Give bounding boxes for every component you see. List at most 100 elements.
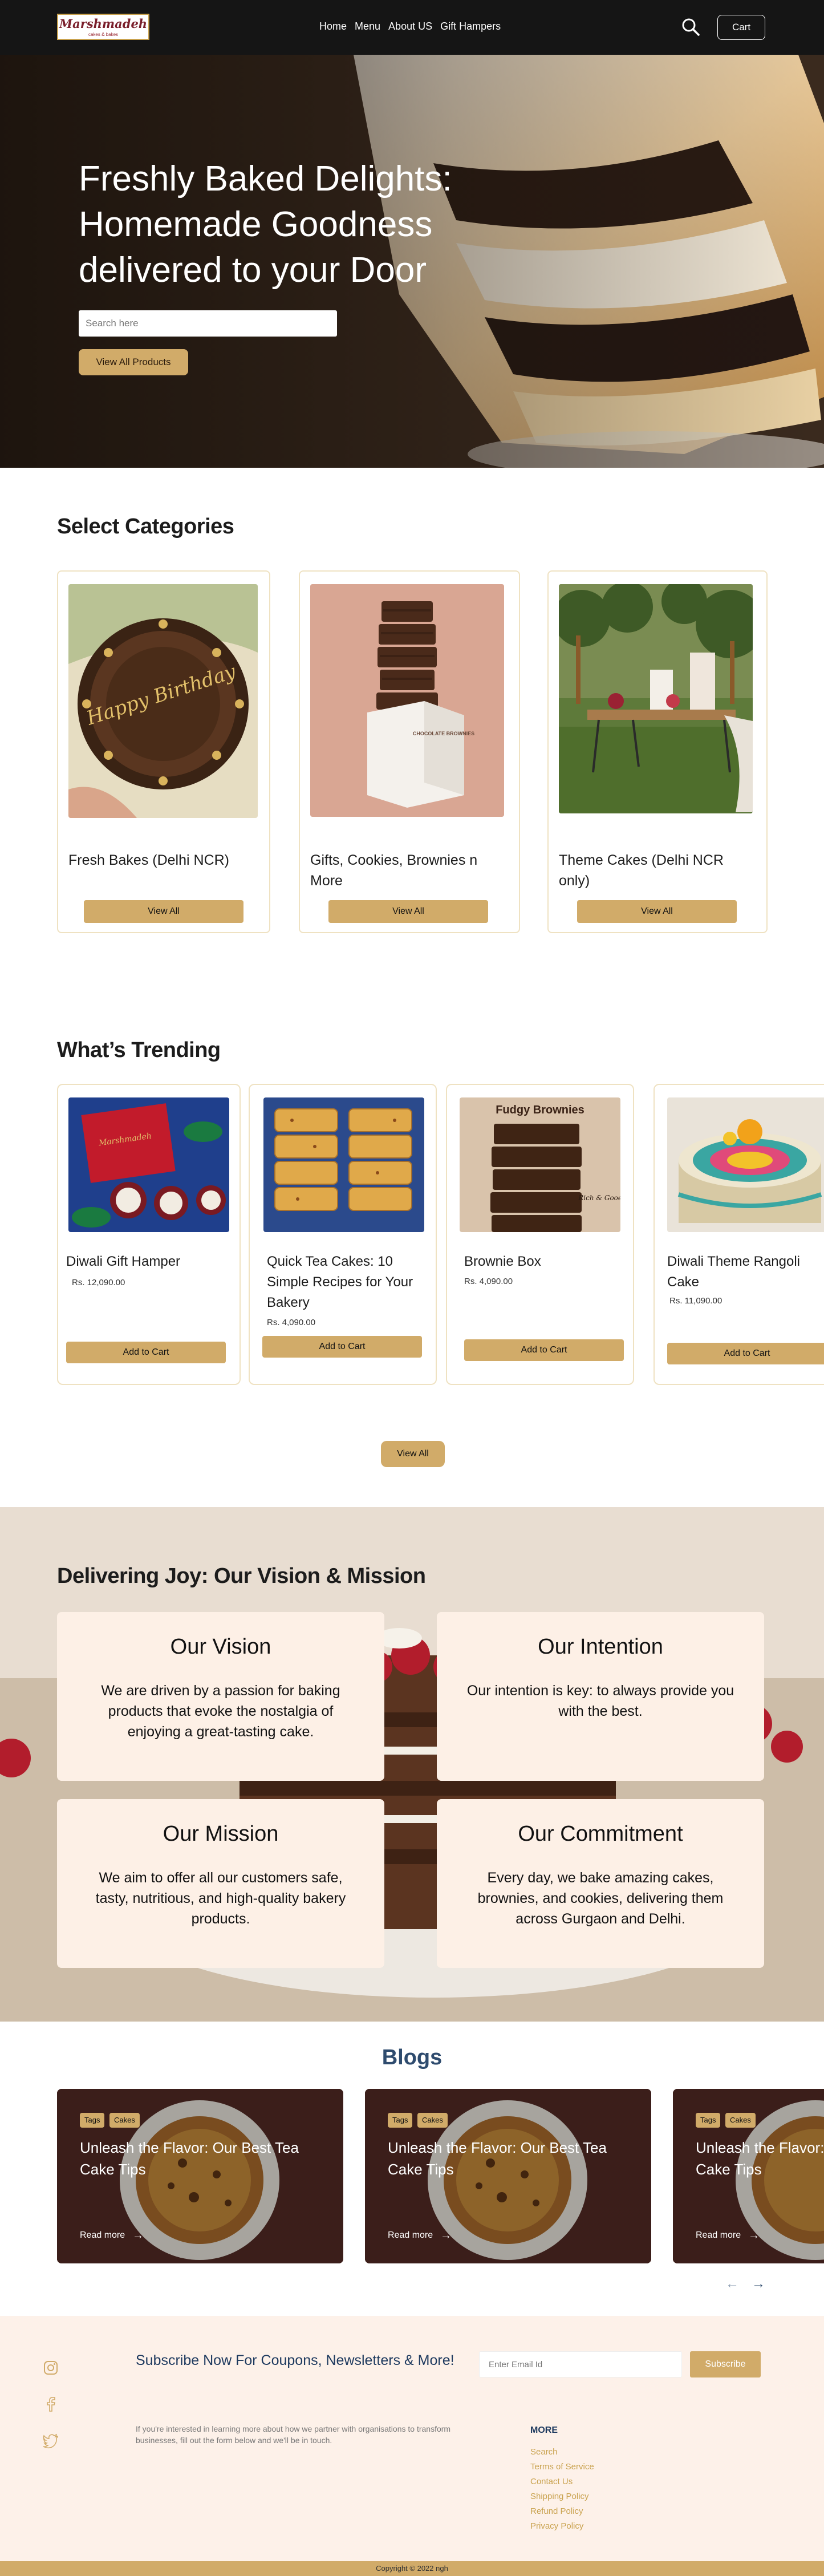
footer-link-refund[interactable]: Refund Policy	[530, 2504, 594, 2519]
mission-card: Our Mission We aim to offer all our cust…	[57, 1799, 384, 1968]
product-card-diwali-hamper[interactable]: Marshmadeh Diwali Gift Hamper Rs. 12,090…	[57, 1084, 241, 1385]
logo-tagline: cakes & bakes	[88, 32, 119, 37]
arrow-right-icon[interactable]: →	[748, 2230, 760, 2241]
commitment-card: Our Commitment Every day, we bake amazin…	[437, 1799, 764, 1968]
search-icon[interactable]	[681, 17, 700, 37]
brownies-box-image: CHOCOLATE BROWNIES	[310, 584, 504, 817]
footer-link-search[interactable]: Search	[530, 2445, 594, 2460]
blog-tag[interactable]: Cakes	[725, 2113, 756, 2128]
blog-tag[interactable]: Cakes	[109, 2113, 140, 2128]
facebook-icon[interactable]	[42, 2396, 59, 2413]
intention-card-text: Our intention is key: to always provide …	[466, 1683, 734, 1719]
arrow-right-icon[interactable]: →	[440, 2230, 452, 2241]
product-price: Rs. 4,090.00	[464, 1277, 513, 1286]
cart-button[interactable]: Cart	[717, 15, 765, 40]
view-all-button[interactable]: View All	[84, 900, 243, 923]
brownies-image: Fudgy Brownies Rich & Gooey	[460, 1097, 620, 1232]
product-card-rangoli-cake[interactable]: Diwali Theme Rangoli Cake Rs. 11,090.00 …	[653, 1084, 824, 1385]
category-card-theme-cakes[interactable]: Theme Cakes (Delhi NCR only) View All	[547, 570, 768, 933]
category-card-fresh-bakes[interactable]: Happy Birthday Fresh Bakes (Delhi NCR) V…	[57, 570, 270, 933]
nav-links: Home Menu About US Gift Hampers	[319, 21, 509, 33]
top-navigation: Marshmadeh cakes & bakes Home Menu About…	[0, 0, 824, 55]
subscribe-button[interactable]: Subscribe	[690, 2351, 761, 2377]
hero-banner: Freshly Baked Delights: Homemade Goodnes…	[0, 55, 824, 468]
nav-link-home[interactable]: Home	[319, 21, 347, 33]
site-logo[interactable]: Marshmadeh cakes & bakes	[57, 14, 149, 40]
hero-title: Freshly Baked Delights: Homemade Goodnes…	[79, 159, 452, 290]
blog-title: Unleash the Flavor: Our Best Tea Cake Ti…	[80, 2139, 299, 2178]
vision-card-heading: Our Vision	[170, 1635, 271, 1659]
footer: Subscribe Now For Coupons, Newsletters &…	[0, 2316, 824, 2561]
category-name: Fresh Bakes (Delhi NCR)	[68, 852, 230, 868]
intention-card: Our Intention Our intention is key: to a…	[437, 1612, 764, 1781]
mission-card-heading: Our Mission	[163, 1822, 279, 1846]
page: Marshmadeh cakes & bakes Home Menu About…	[0, 0, 824, 2576]
more-links-list: Search Terms of Service Contact Us Shipp…	[530, 2445, 594, 2534]
trending-view-all-button[interactable]: View All	[381, 1441, 445, 1467]
footer-link-contact[interactable]: Contact Us	[530, 2474, 594, 2489]
hero-search-input[interactable]	[79, 310, 337, 337]
brownie-image-subcaption: Rich & Gooey	[578, 1194, 620, 1202]
add-to-cart-button[interactable]: Add to Cart	[66, 1342, 226, 1363]
product-card-brownie-box[interactable]: Fudgy Brownies Rich & Gooey Brownie Box …	[446, 1084, 634, 1385]
twitter-icon[interactable]	[42, 2432, 59, 2449]
vision-card: Our Vision We are driven by a passion fo…	[57, 1612, 384, 1781]
blog-tag[interactable]: Tags	[696, 2113, 721, 2128]
blogs-title: Blogs	[381, 2046, 443, 2069]
tea-cakes-image	[263, 1097, 424, 1232]
commitment-card-heading: Our Commitment	[518, 1822, 683, 1846]
blog-tag[interactable]: Tags	[388, 2113, 413, 2128]
product-price: Rs. 4,090.00	[267, 1318, 316, 1327]
product-name: Quick Tea Cakes: 10 Simple Recipes for Y…	[267, 1254, 413, 1310]
footer-link-shipping[interactable]: Shipping Policy	[530, 2489, 594, 2504]
add-to-cart-button[interactable]: Add to Cart	[262, 1336, 422, 1358]
add-to-cart-button[interactable]: Add to Cart	[667, 1343, 824, 1364]
blog-title: Unleash the Flavor: Our Best Tea Cake Ti…	[388, 2139, 607, 2178]
category-card-gifts[interactable]: CHOCOLATE BROWNIES Gifts, Cookies, Brown…	[299, 570, 520, 933]
product-card-tea-cakes[interactable]: Quick Tea Cakes: 10 Simple Recipes for Y…	[249, 1084, 437, 1385]
footer-link-privacy[interactable]: Privacy Policy	[530, 2519, 594, 2534]
instagram-icon[interactable]	[42, 2359, 59, 2376]
box-label-text: CHOCOLATE BROWNIES	[413, 731, 474, 736]
footer-link-terms[interactable]: Terms of Service	[530, 2460, 594, 2474]
commitment-card-text: Every day, we bake amazing cakes, browni…	[477, 1870, 724, 1927]
intention-card-heading: Our Intention	[538, 1635, 663, 1659]
blog-tag[interactable]: Cakes	[417, 2113, 448, 2128]
product-name: Diwali Theme Rangoli Cake	[667, 1254, 800, 1290]
copyright-bar: Copyright © 2022 ngh	[0, 2561, 824, 2576]
add-to-cart-button[interactable]: Add to Cart	[464, 1339, 624, 1361]
category-name: Theme Cakes (Delhi NCR only)	[559, 852, 724, 889]
view-all-products-button[interactable]: View All Products	[79, 349, 188, 375]
nav-link-menu[interactable]: Menu	[355, 21, 380, 33]
subscribe-title: Subscribe Now For Coupons, Newsletters &…	[136, 2352, 454, 2368]
product-price: Rs. 11,090.00	[669, 1296, 722, 1306]
product-name: Diwali Gift Hamper	[66, 1254, 181, 1269]
nav-link-about[interactable]: About US	[388, 21, 432, 33]
blog-card[interactable]: Tags Cakes Unleash the Flavor: Our Best …	[365, 2089, 651, 2263]
email-field[interactable]	[479, 2351, 682, 2377]
rangoli-cake-image	[667, 1097, 824, 1232]
blog-card[interactable]: Tags Cakes Unleash the Flavor: Our Best …	[57, 2089, 343, 2263]
arrow-left-icon[interactable]: ←	[725, 2276, 739, 2292]
read-more-link[interactable]: Read more	[696, 2230, 741, 2241]
theme-cakes-image	[559, 584, 753, 813]
nav-link-gift-hampers[interactable]: Gift Hampers	[440, 21, 501, 33]
arrow-right-icon[interactable]: →	[132, 2230, 144, 2241]
blog-tag[interactable]: Tags	[80, 2113, 105, 2128]
birthday-cake-image: Happy Birthday	[68, 584, 258, 818]
trending-title: What’s Trending	[57, 1038, 221, 1062]
blog-card[interactable]: Tags Cakes Unleash the Flavor: Our Best …	[673, 2089, 824, 2263]
brownie-image-caption: Fudgy Brownies	[496, 1104, 584, 1116]
read-more-link[interactable]: Read more	[388, 2230, 433, 2241]
diwali-hamper-image: Marshmadeh	[68, 1097, 229, 1232]
product-name: Brownie Box	[464, 1254, 541, 1269]
vision-title: Delivering Joy: Our Vision & Mission	[57, 1564, 426, 1588]
view-all-button[interactable]: View All	[577, 900, 737, 923]
mission-card-text: We aim to offer all our customers safe, …	[95, 1870, 346, 1927]
categories-title: Select Categories	[57, 515, 234, 538]
arrow-right-icon[interactable]: →	[752, 2276, 765, 2292]
product-price: Rs. 12,090.00	[72, 1278, 125, 1287]
view-all-button[interactable]: View All	[328, 900, 488, 923]
read-more-link[interactable]: Read more	[80, 2230, 125, 2241]
blog-title: Unleash the Flavor: Our Best Tea Cake Ti…	[696, 2139, 824, 2178]
